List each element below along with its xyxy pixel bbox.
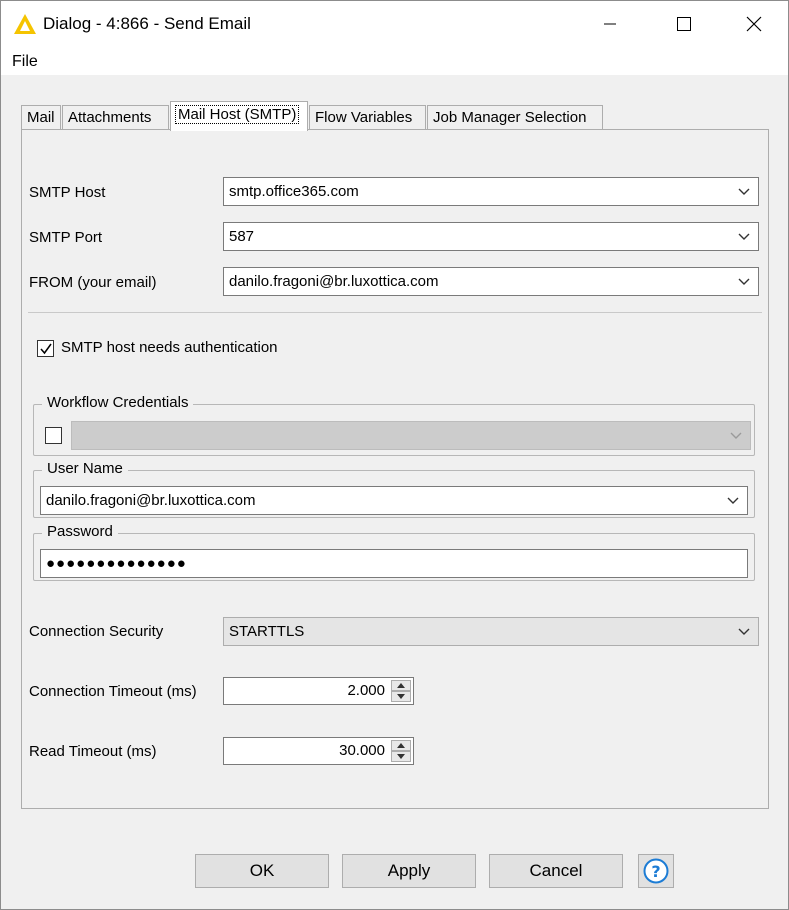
connection-timeout-spinner[interactable]: 2.000: [223, 677, 414, 705]
tab-flow-variables[interactable]: Flow Variables: [309, 105, 426, 130]
user-name-group: User Name danilo.fragoni@br.luxottica.co…: [33, 460, 755, 518]
help-icon: ?: [643, 858, 669, 884]
read-timeout-spinner[interactable]: 30.000: [223, 737, 414, 765]
read-timeout-decrement[interactable]: [391, 751, 411, 762]
minimize-icon: [604, 23, 616, 25]
close-icon: [746, 16, 762, 32]
help-button[interactable]: ?: [638, 854, 674, 888]
workflow-credentials-combo: [71, 421, 751, 450]
chevron-down-icon: [738, 628, 750, 635]
connection-security-label: Connection Security: [29, 623, 164, 640]
smtp-host-combo[interactable]: smtp.office365.com: [223, 177, 759, 206]
window-title: Dialog - 4:866 - Send Email: [43, 14, 251, 33]
auth-checkbox-label[interactable]: SMTP host needs authentication: [61, 339, 278, 356]
workflow-credentials-checkbox[interactable]: [45, 427, 62, 444]
chevron-down-icon: [738, 278, 750, 285]
connection-timeout-value: 2.000: [347, 682, 385, 699]
smtp-panel: SMTP Host smtp.office365.com SMTP Port 5…: [21, 129, 769, 809]
menu-file[interactable]: File: [12, 53, 38, 71]
password-title: Password: [42, 523, 118, 540]
menu-bar: File: [1, 47, 788, 75]
from-email-combo[interactable]: danilo.fragoni@br.luxottica.com: [223, 267, 759, 296]
read-timeout-value: 30.000: [339, 742, 385, 759]
read-timeout-increment[interactable]: [391, 740, 411, 751]
password-field[interactable]: ●●●●●●●●●●●●●●: [40, 549, 748, 578]
title-bar: Dialog - 4:866 - Send Email: [1, 1, 788, 47]
tab-mail[interactable]: Mail: [21, 105, 61, 130]
smtp-port-combo[interactable]: 587: [223, 222, 759, 251]
chevron-down-icon: [738, 188, 750, 195]
connection-timeout-label: Connection Timeout (ms): [29, 683, 197, 700]
maximize-icon: [677, 17, 691, 31]
auth-checkbox[interactable]: [37, 340, 54, 357]
connection-security-combo[interactable]: STARTTLS: [223, 617, 759, 646]
workflow-credentials-group: Workflow Credentials: [33, 394, 755, 456]
checkmark-icon: [40, 343, 52, 355]
separator: [28, 312, 762, 313]
apply-button[interactable]: Apply: [342, 854, 476, 888]
connection-timeout-increment[interactable]: [391, 680, 411, 691]
smtp-host-label: SMTP Host: [29, 184, 106, 201]
arrow-down-icon: [397, 694, 405, 699]
workflow-credentials-title: Workflow Credentials: [42, 394, 194, 411]
tab-mail-host-smtp[interactable]: Mail Host (SMTP): [170, 101, 308, 131]
smtp-port-label: SMTP Port: [29, 229, 103, 246]
tab-attachments[interactable]: Attachments: [62, 105, 169, 130]
from-email-label: FROM (your email): [29, 274, 157, 291]
knime-warning-icon: [13, 13, 37, 35]
maximize-button[interactable]: [661, 1, 707, 47]
arrow-down-icon: [397, 754, 405, 759]
password-group: Password ●●●●●●●●●●●●●●: [33, 523, 755, 581]
dialog-window: Dialog - 4:866 - Send Email File Mail At…: [0, 0, 789, 910]
user-name-combo[interactable]: danilo.fragoni@br.luxottica.com: [40, 486, 748, 515]
read-timeout-label: Read Timeout (ms): [29, 743, 157, 760]
arrow-up-icon: [397, 683, 405, 688]
minimize-button[interactable]: [587, 1, 633, 47]
svg-text:?: ?: [651, 862, 660, 881]
chevron-down-icon: [738, 233, 750, 240]
chevron-down-icon: [730, 432, 742, 439]
ok-button[interactable]: OK: [195, 854, 329, 888]
connection-timeout-decrement[interactable]: [391, 691, 411, 702]
tab-job-manager-selection[interactable]: Job Manager Selection: [427, 105, 603, 130]
cancel-button[interactable]: Cancel: [489, 854, 623, 888]
arrow-up-icon: [397, 743, 405, 748]
close-button[interactable]: [731, 1, 777, 47]
chevron-down-icon: [727, 497, 739, 504]
user-name-title: User Name: [42, 460, 128, 477]
